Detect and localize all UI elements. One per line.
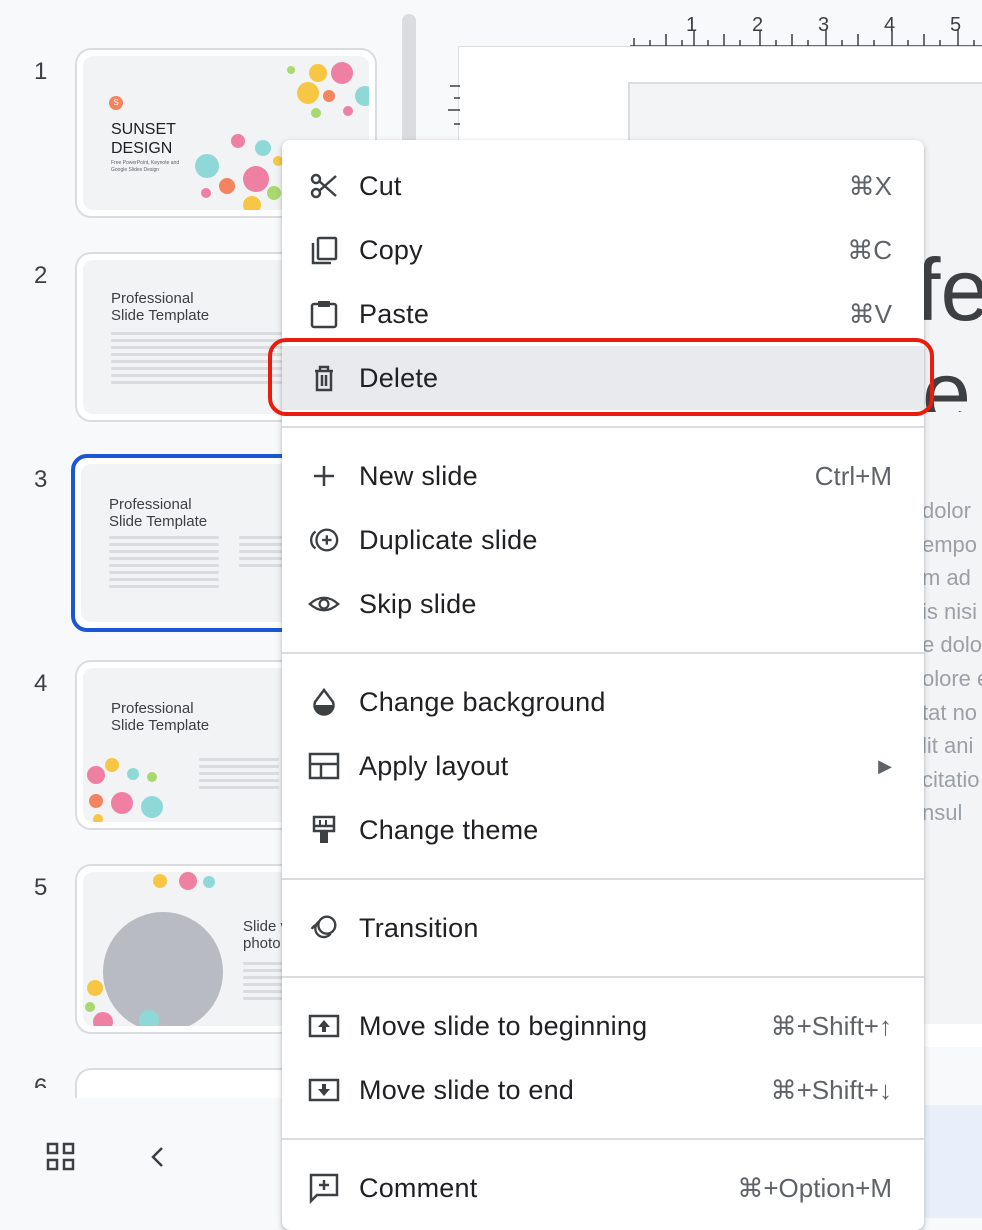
menu-item-label: Duplicate slide (359, 524, 538, 555)
menu-item-label: Apply layout (359, 750, 509, 781)
menu-item-shortcut: ⌘+Shift+↓ (770, 1074, 892, 1105)
move-down-icon (308, 1074, 340, 1106)
menu-item-label: Transition (359, 912, 479, 943)
body-text-line: olore e (922, 666, 982, 691)
grid-view-icon[interactable] (46, 1142, 76, 1172)
slide-number: 2 (34, 262, 48, 289)
slide-subtitle: Free PowerPoint, Keynote and Google Slid… (111, 160, 180, 173)
ruler-label: 4 (884, 14, 896, 36)
menu-item-label: Change background (359, 686, 606, 717)
body-text-line: tat no (922, 700, 978, 725)
menu-separator (282, 878, 924, 880)
body-text-line: nsul (922, 800, 963, 825)
slide-number: 4 (34, 670, 48, 697)
body-text-line: m ad (922, 565, 971, 590)
menu-item-shortcut: ⌘V (848, 298, 892, 329)
drop-icon (308, 686, 340, 718)
slide-title: Professional Slide Template (111, 290, 210, 324)
slide-number: 3 (34, 466, 48, 493)
body-text-line: e dolo (922, 632, 982, 657)
menu-item-skip-slide[interactable]: Skip slide (282, 572, 924, 636)
menu-separator (282, 1138, 924, 1140)
slide-number: 6 (34, 1074, 48, 1088)
menu-item-paste[interactable]: Paste ⌘V (282, 282, 924, 346)
ruler-label: 3 (818, 14, 830, 36)
menu-item-move-to-beginning[interactable]: Move slide to beginning ⌘+Shift+↑ (282, 994, 924, 1058)
horizontal-ruler: 1 2 3 4 5 (630, 10, 982, 50)
paint-roller-icon (308, 814, 340, 846)
ruler-label: 5 (950, 14, 962, 36)
scissors-icon (308, 170, 340, 202)
menu-item-transition[interactable]: Transition (282, 896, 924, 960)
slide-title: SUNSET DESIGN (111, 121, 176, 157)
menu-item-move-to-end[interactable]: Move slide to end ⌘+Shift+↓ (282, 1058, 924, 1122)
menu-item-label: Move slide to beginning (359, 1010, 648, 1041)
comment-icon (308, 1172, 340, 1204)
collapse-filmstrip-icon[interactable] (148, 1142, 168, 1172)
delete-highlight-annotation (268, 338, 934, 416)
context-menu: Cut ⌘X Copy ⌘C Paste ⌘V Delete New slide… (282, 140, 924, 1230)
menu-item-label: Change theme (359, 814, 539, 845)
ruler-label: 2 (752, 14, 764, 36)
menu-item-label: New slide (359, 460, 478, 491)
menu-item-shortcut: Ctrl+M (814, 460, 892, 491)
menu-separator (282, 426, 924, 428)
menu-item-label: Copy (359, 234, 423, 265)
menu-item-label: Comment (359, 1172, 478, 1203)
slide-number: 5 (34, 874, 48, 901)
body-text-line: is nisi (922, 599, 978, 624)
menu-item-label: Skip slide (359, 588, 477, 619)
menu-item-label: Cut (359, 170, 402, 201)
eye-icon (308, 588, 340, 620)
menu-item-comment[interactable]: Comment ⌘+Option+M (282, 1156, 924, 1220)
plus-icon (308, 460, 340, 492)
menu-item-change-background[interactable]: Change background (282, 670, 924, 734)
move-up-icon (308, 1010, 340, 1042)
vertical-ruler (448, 80, 460, 140)
menu-item-duplicate-slide[interactable]: Duplicate slide (282, 508, 924, 572)
speaker-notes-area[interactable] (925, 1105, 982, 1218)
menu-separator (282, 652, 924, 654)
menu-item-new-slide[interactable]: New slide Ctrl+M (282, 444, 924, 508)
menu-item-cut[interactable]: Cut ⌘X (282, 154, 924, 218)
body-text-line: citatio (922, 767, 980, 792)
slide-number: 1 (34, 58, 48, 85)
menu-item-shortcut: ⌘X (848, 170, 892, 201)
menu-item-shortcut: ⌘C (847, 234, 892, 265)
slide-title: Professional Slide Template (111, 700, 210, 734)
slide-heading-fragment: fe (916, 240, 982, 339)
menu-item-apply-layout[interactable]: Apply layout ▶ (282, 734, 924, 798)
submenu-arrow-icon: ▶ (878, 755, 892, 776)
paste-icon (308, 298, 340, 330)
menu-item-label: Move slide to end (359, 1074, 575, 1105)
menu-item-copy[interactable]: Copy ⌘C (282, 218, 924, 282)
menu-separator (282, 976, 924, 978)
ruler-label: 1 (686, 14, 698, 36)
body-text-line: empo (922, 532, 978, 557)
body-text-line: dolor (922, 498, 971, 523)
brand-badge: S (109, 96, 123, 110)
body-text-line: lit ani (922, 733, 974, 758)
menu-item-shortcut: ⌘+Shift+↑ (770, 1010, 892, 1041)
menu-item-change-theme[interactable]: Change theme (282, 798, 924, 862)
transition-icon (308, 912, 340, 944)
layout-icon (308, 750, 340, 782)
menu-item-shortcut: ⌘+Option+M (737, 1172, 892, 1203)
menu-item-label: Paste (359, 298, 430, 329)
duplicate-icon (308, 524, 340, 556)
copy-icon (308, 234, 340, 266)
slide-title: Professional Slide Template (109, 496, 208, 530)
